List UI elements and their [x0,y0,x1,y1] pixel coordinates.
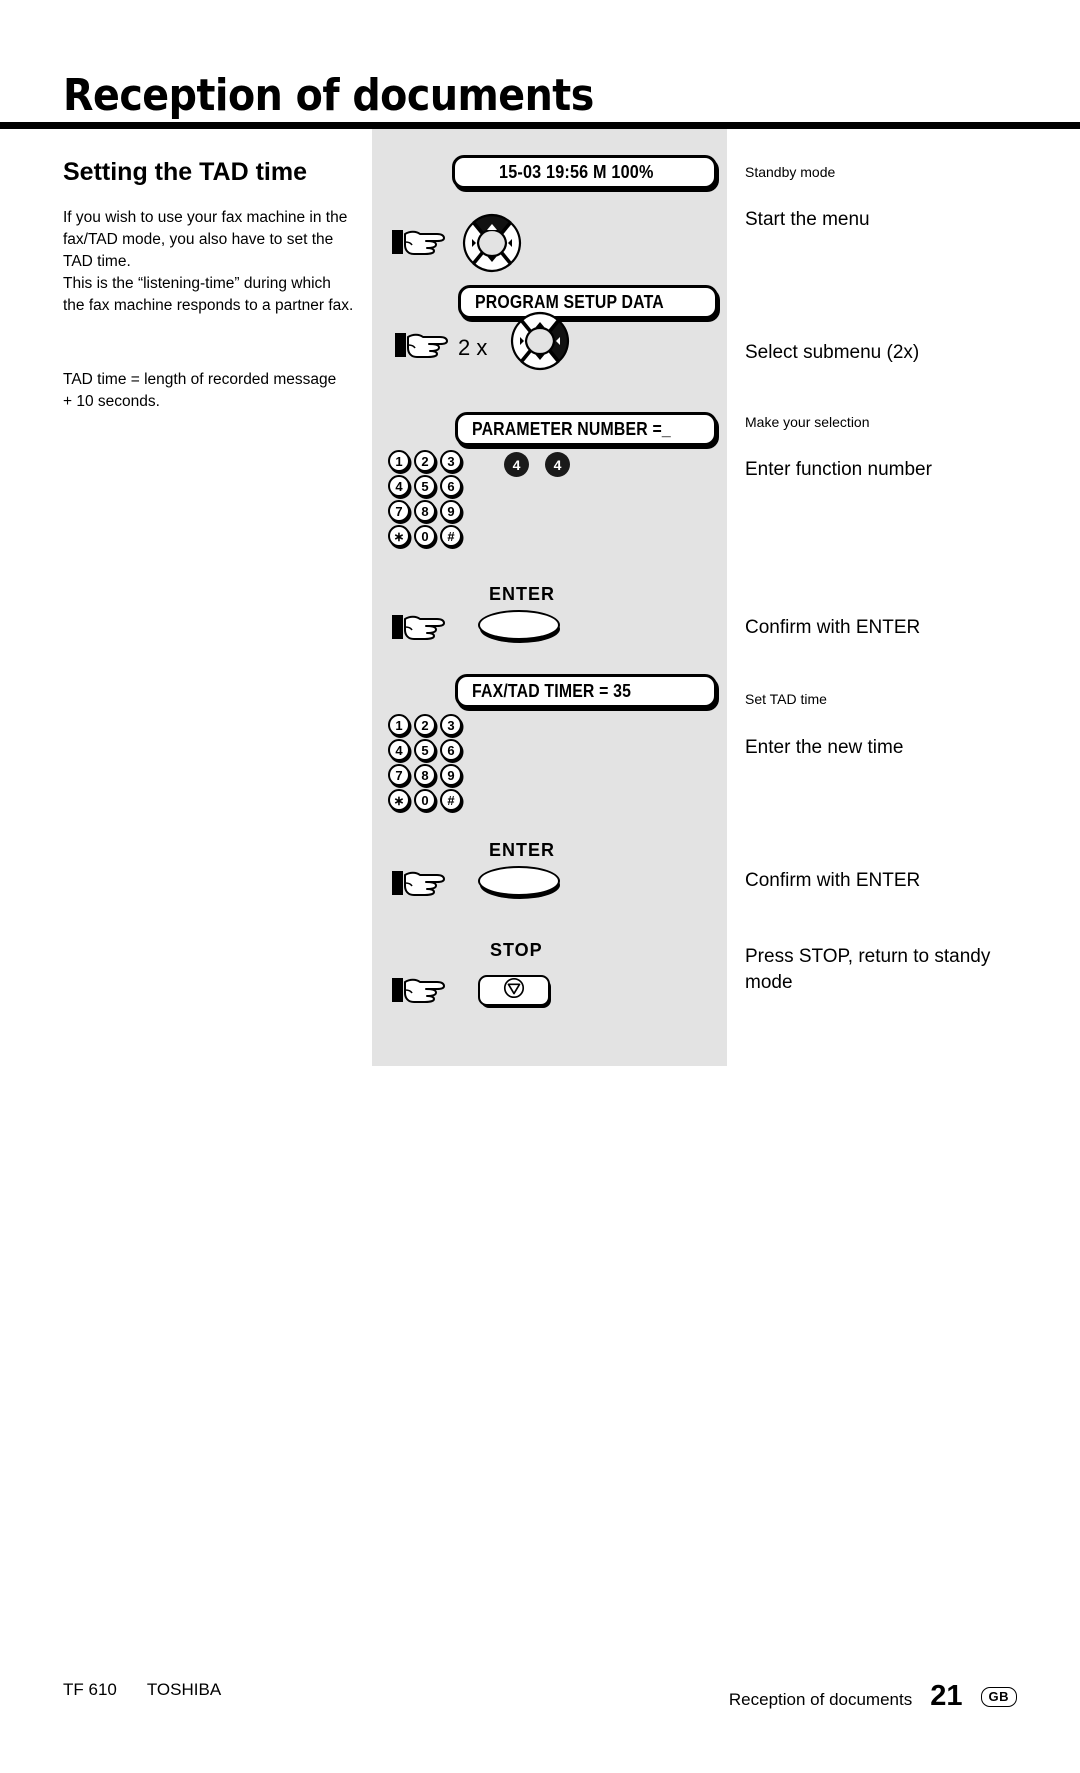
footer-page-number: 21 [930,1680,963,1712]
keypad-row: 4 5 6 [388,475,464,497]
pressed-key-first[interactable]: 4 [504,452,529,477]
keypad-row: 4 5 6 [388,739,464,761]
section-title: Setting the TAD time [63,158,307,186]
lcd-standby-text: 15-03 19:56 M 100% [498,161,654,182]
footer-model: TF 610 [63,1680,117,1699]
key-7[interactable]: 7 [388,764,410,786]
annotation-enter-function-number: Enter function number [745,459,932,480]
key-4[interactable]: 4 [388,475,410,497]
key-star[interactable]: ∗ [388,789,410,811]
key-7[interactable]: 7 [388,500,410,522]
stop-button-label: STOP [490,940,543,960]
key-6[interactable]: 6 [440,739,462,761]
key-9[interactable]: 9 [440,764,462,786]
footer-chapter: Reception of documents [728,1690,913,1709]
annotation-confirm-enter-1: Confirm with ENTER [745,617,921,638]
keypad-row: 7 8 9 [388,764,464,786]
keypad-row: 1 2 3 [388,714,464,736]
keypad-row: 1 2 3 [388,450,464,472]
lcd-timer-text: FAX/TAD TIMER = 35 [472,680,632,701]
key-8[interactable]: 8 [414,500,436,522]
footer-brand: TOSHIBA [146,1680,222,1699]
key-3[interactable]: 3 [440,714,462,736]
stop-button[interactable] [478,975,550,1006]
key-1[interactable]: 1 [388,450,410,472]
key-0[interactable]: 0 [414,525,436,547]
page-title: Reception of documents [63,70,594,121]
page-footer: TF 610 TOSHIBA Reception of documents 21 … [0,1680,1080,1720]
numeric-keypad-1[interactable]: 1 2 3 4 5 6 7 8 9 ∗ 0 # [388,450,464,550]
key-2[interactable]: 2 [414,450,436,472]
key-1[interactable]: 1 [388,714,410,736]
hand-pointer-icon-1 [392,222,448,262]
hand-pointer-icon-3 [392,607,448,647]
annotation-select-submenu: Select submenu (2x) [745,342,920,363]
numeric-keypad-2[interactable]: 1 2 3 4 5 6 7 8 9 ∗ 0 # [388,714,464,814]
keypad-row: ∗ 0 # [388,789,464,811]
key-hash[interactable]: # [440,525,462,547]
key-hash[interactable]: # [440,789,462,811]
lcd-fax-tad-timer-display: FAX/TAD TIMER = 35 [455,674,717,708]
annotation-confirm-enter-2: Confirm with ENTER [745,870,921,891]
lcd-parameter-text: PARAMETER NUMBER =_ [472,418,671,439]
annotation-start-menu: Start the menu [745,209,870,230]
enter-button-label-2: ENTER [489,840,556,860]
lcd-program-setup-display: PROGRAM SETUP DATA [458,285,718,319]
header-divider [0,122,1080,129]
footer-right: Reception of documents 21 GB [729,1680,1017,1713]
intro-paragraph: If you wish to use your fax machine in t… [63,209,354,314]
key-star[interactable]: ∗ [388,525,410,547]
annotation-standby-mode: Standby mode [745,164,836,180]
keypad-row: 7 8 9 [388,500,464,522]
footer-left: TF 610 TOSHIBA [63,1680,221,1700]
lcd-standby-display: 15-03 19:56 M 100% [452,155,717,189]
key-6[interactable]: 6 [440,475,462,497]
annotation-make-selection: Make your selection [745,414,870,430]
manual-page: Reception of documents Setting the TAD t… [0,0,1080,1773]
repeat-count-label: 2 x [458,335,488,360]
enter-button-2[interactable] [478,866,560,896]
enter-button-label-1: ENTER [489,584,556,604]
annotation-enter-new-time: Enter the new time [745,737,904,758]
formula-paragraph: TAD time = length of recorded message + … [63,371,337,410]
navigation-pad-2[interactable] [500,310,580,372]
key-0[interactable]: 0 [414,789,436,811]
hand-pointer-icon-4 [392,863,448,903]
key-3[interactable]: 3 [440,450,462,472]
footer-region-badge: GB [980,1687,1017,1707]
key-5[interactable]: 5 [414,739,436,761]
key-2[interactable]: 2 [414,714,436,736]
annotation-set-tad-time: Set TAD time [745,691,827,707]
keypad-row: ∗ 0 # [388,525,464,547]
key-4[interactable]: 4 [388,739,410,761]
hand-pointer-icon-5 [392,970,448,1010]
annotation-press-stop: Press STOP, return to standy mode [745,946,991,993]
key-9[interactable]: 9 [440,500,462,522]
hand-pointer-icon-2 [395,325,451,365]
key-8[interactable]: 8 [414,764,436,786]
key-5[interactable]: 5 [414,475,436,497]
navigation-pad-1[interactable] [452,212,532,274]
stop-icon [502,976,526,1005]
pressed-key-second[interactable]: 4 [545,452,570,477]
lcd-parameter-number-display: PARAMETER NUMBER =_ [455,412,717,446]
enter-button-1[interactable] [478,610,560,640]
